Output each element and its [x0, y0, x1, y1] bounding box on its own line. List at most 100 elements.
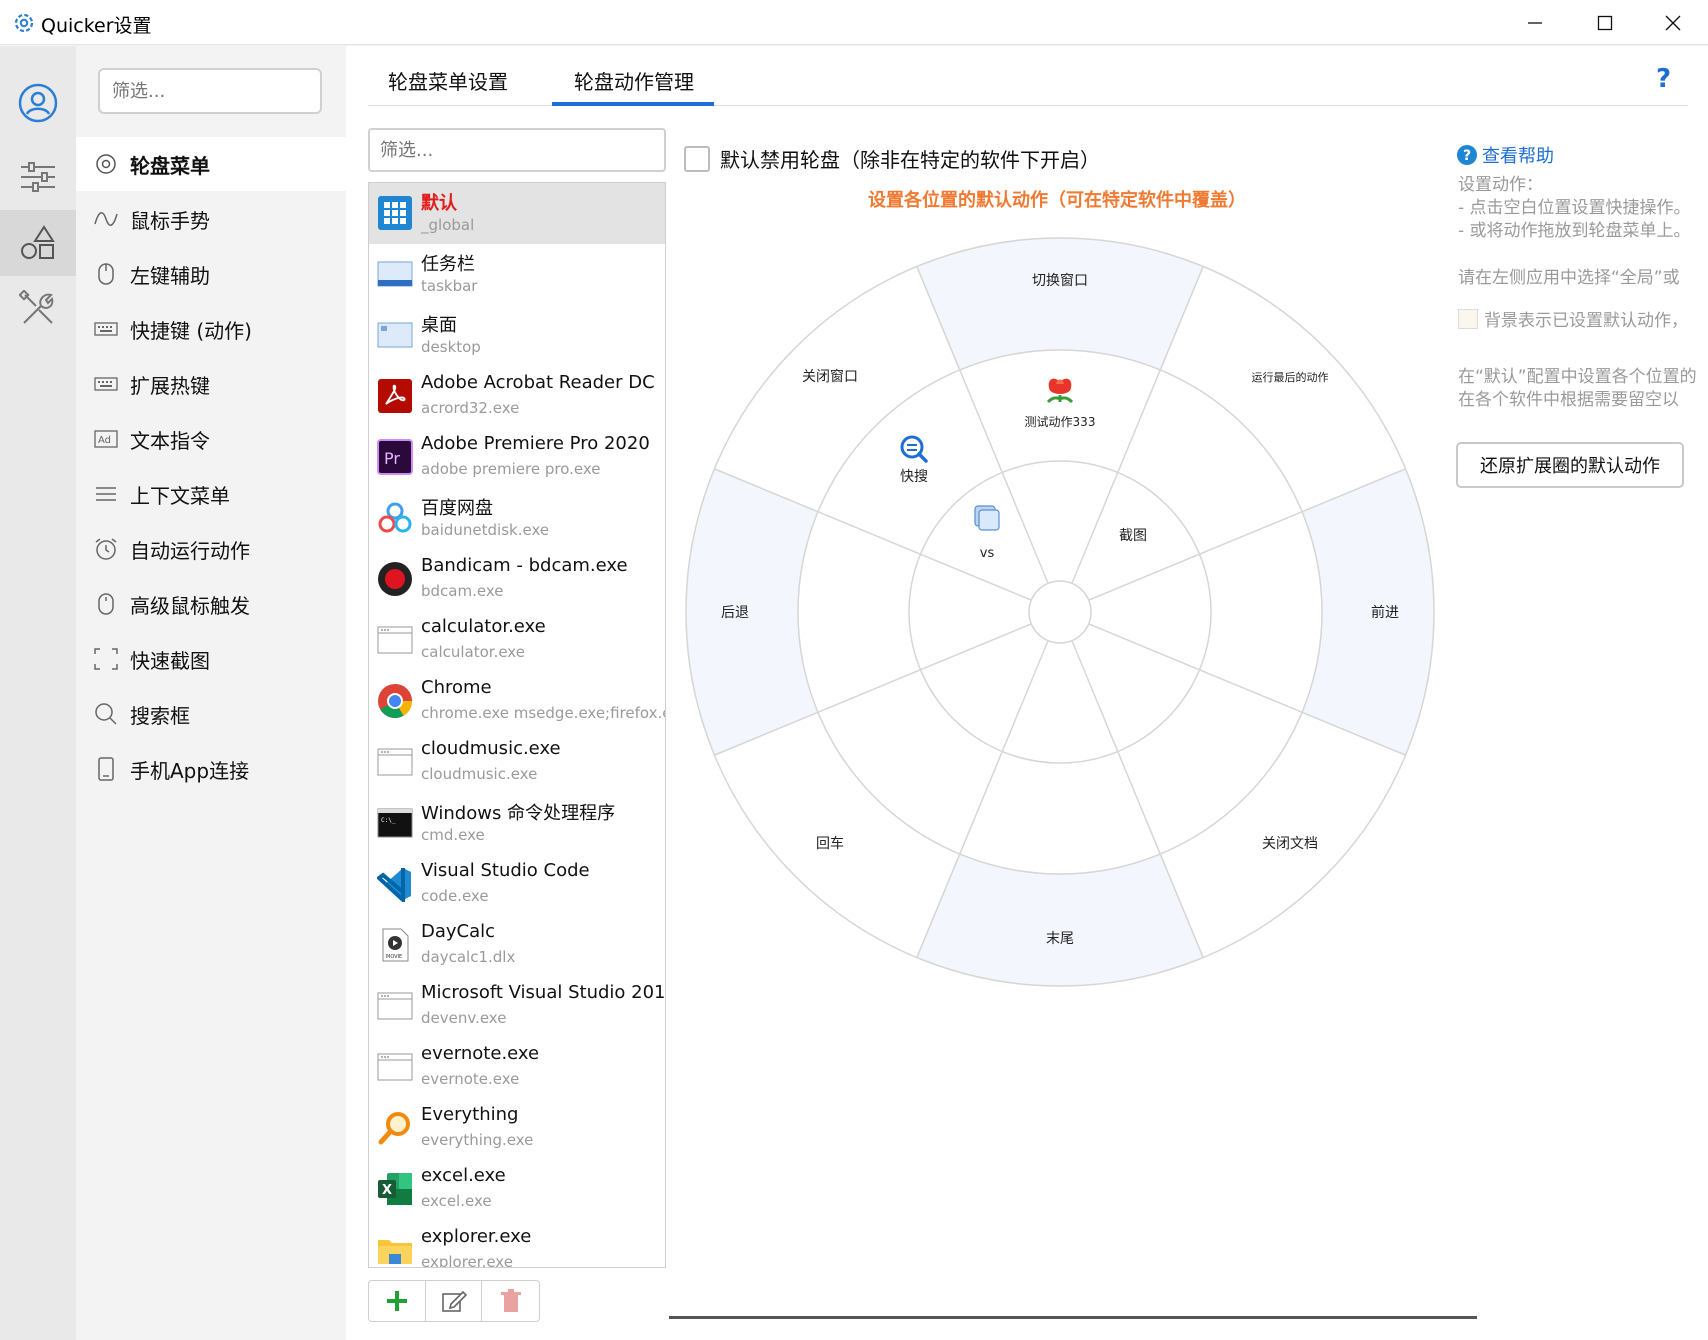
app-process: evernote.exe — [421, 1070, 520, 1088]
help-button[interactable]: ? — [1656, 64, 1671, 94]
search-icon — [94, 702, 118, 726]
scroll-indicator[interactable] — [669, 1316, 1477, 1319]
wheel-outer-label: 关闭文档 — [1262, 836, 1318, 852]
list-item[interactable]: Bandicam - bdcam.exe bdcam.exe — [369, 549, 665, 610]
window-icon — [377, 1053, 413, 1081]
app-process: cmd.exe — [421, 826, 485, 844]
close-button[interactable] — [1638, 0, 1708, 45]
inner-slot[interactable]: 截图 — [1119, 528, 1147, 544]
outer-slot[interactable]: 前进 — [1371, 604, 1399, 621]
outer-slot[interactable]: 切换窗口 — [1032, 272, 1088, 289]
restore-defaults-button[interactable]: 还原扩展圈的默认动作 — [1456, 442, 1684, 488]
list-item[interactable]: Chrome chrome.exe msedge.exe;firefox.e — [369, 671, 665, 732]
list-item[interactable]: explorer.exe explorer.exe — [369, 1220, 665, 1267]
ad-icon: Ad — [94, 427, 118, 451]
outer-slot[interactable]: 关闭文档 — [1262, 836, 1318, 852]
list-item[interactable]: evernote.exe evernote.exe — [369, 1037, 665, 1098]
edit-button[interactable] — [426, 1281, 483, 1321]
list-item[interactable]: 任务栏 taskbar — [369, 244, 665, 305]
nav-item-label: 自动运行动作 — [130, 538, 250, 563]
add-button[interactable] — [369, 1281, 426, 1321]
svg-text:C:\_: C:\_ — [381, 817, 396, 824]
app-name: calculator.exe — [421, 616, 546, 637]
app-filter-input[interactable] — [368, 128, 666, 172]
list-item[interactable]: 百度网盘 baidunetdisk.exe — [369, 488, 665, 549]
help-link[interactable]: ? 查看帮助 — [1456, 142, 1554, 168]
svg-text:Ad: Ad — [98, 435, 111, 446]
list-item[interactable]: X excel.exe excel.exe — [369, 1159, 665, 1220]
rail-settings-button[interactable] — [0, 144, 76, 210]
wheel-outer-label: 切换窗口 — [1032, 272, 1088, 289]
list-item[interactable]: Adobe Acrobat Reader DC acrord32.exe — [369, 366, 665, 427]
trash-icon — [500, 1289, 521, 1312]
rail-account-button[interactable] — [0, 70, 76, 136]
nav-item-context-menu[interactable]: 上下文菜单 — [76, 467, 346, 521]
list-item[interactable]: MOVIE DayCalc daycalc1.dlx — [369, 915, 665, 976]
list-item[interactable]: Everything everything.exe — [369, 1098, 665, 1159]
app-process: devenv.exe — [421, 1009, 507, 1027]
nav-item-hotkey-actions[interactable]: 快捷键 (动作) — [76, 302, 346, 356]
outer-slot[interactable]: 回车 — [816, 835, 844, 852]
list-item[interactable]: 默认 _global — [369, 183, 665, 244]
nav-item-text-commands[interactable]: Ad 文本指令 — [76, 412, 346, 466]
taskbar-icon — [377, 261, 413, 287]
svg-text:MOVIE: MOVIE — [386, 954, 402, 960]
active-tab-indicator — [552, 102, 714, 106]
disable-wheel-checkbox[interactable]: 默认禁用轮盘（除非在特定的软件下开启） — [684, 144, 1100, 173]
nav-item-label: 快捷键 (动作) — [130, 318, 252, 343]
vscode-icon — [377, 868, 411, 902]
wheel-diagram[interactable]: 切换窗口 运行最后的动作 前进 关闭文档 末尾 回车 后退 关闭窗口 测试动作3… — [684, 236, 1436, 988]
list-item[interactable]: Visual Studio Code code.exe — [369, 854, 665, 915]
nav-item-label: 上下文菜单 — [130, 483, 230, 508]
nav-item-left-click-assist[interactable]: 左键辅助 — [76, 247, 346, 301]
nav-item-search-box[interactable]: 搜索框 — [76, 687, 346, 741]
checkbox-box[interactable] — [684, 145, 710, 172]
rail-tools-button[interactable] — [0, 276, 76, 342]
wave-icon — [94, 207, 118, 231]
nav-item-phone-app[interactable]: 手机App连接 — [76, 742, 346, 796]
list-item[interactable]: 桌面 desktop — [369, 305, 665, 366]
list-item[interactable]: Pr Adobe Premiere Pro 2020 adobe premier… — [369, 427, 665, 488]
outer-slot[interactable]: 末尾 — [1046, 931, 1074, 947]
minimize-button[interactable] — [1500, 0, 1570, 45]
plus-icon — [386, 1291, 407, 1311]
app-list[interactable]: 默认 _global 任务栏 taskbar 桌面 desktop Adobe … — [368, 182, 666, 1268]
list-item[interactable]: calculator.exe calculator.exe — [369, 610, 665, 671]
list-item[interactable]: Microsoft Visual Studio 201 devenv.exe — [369, 976, 665, 1037]
alarm-icon — [94, 537, 118, 561]
keyboard-icon — [94, 317, 118, 341]
outer-slot[interactable]: 后退 — [721, 605, 749, 621]
nav-filter-input[interactable] — [98, 68, 322, 114]
list-item[interactable]: cloudmusic.exe cloudmusic.exe — [369, 732, 665, 793]
tab-bar: 轮盘菜单设置 轮盘动作管理 — [368, 46, 1688, 106]
outer-slot[interactable]: 运行最后的动作 — [1252, 370, 1329, 384]
maximize-button[interactable] — [1570, 0, 1640, 45]
nav-item-mouse-gesture[interactable]: 鼠标手势 — [76, 192, 346, 246]
tab-wheel-actions[interactable]: 轮盘动作管理 — [574, 66, 694, 95]
tab-wheel-settings[interactable]: 轮盘菜单设置 — [388, 66, 508, 95]
delete-button[interactable] — [482, 1281, 539, 1321]
app-name: 百度网盘 — [421, 498, 493, 519]
app-name: DayCalc — [421, 921, 496, 942]
app-name: evernote.exe — [421, 1043, 540, 1064]
nav-item-extended-hotkeys[interactable]: 扩展热键 — [76, 357, 346, 411]
app-name: Windows 命令处理程序 — [421, 803, 616, 824]
wheel-innermost-label: vs — [980, 546, 995, 561]
outer-slot[interactable]: 关闭窗口 — [802, 368, 858, 385]
nav-item-quick-screenshot[interactable]: 快速截图 — [76, 632, 346, 686]
rail-shapes-button[interactable] — [0, 210, 76, 276]
app-process: desktop — [421, 338, 481, 356]
baidu-netdisk-icon — [378, 502, 412, 533]
cmd-icon: C:\_ — [377, 808, 413, 838]
disable-wheel-label: 默认禁用轮盘（除非在特定的软件下开启） — [720, 148, 1100, 172]
nav-item-wheel-menu[interactable]: 轮盘菜单 — [76, 137, 346, 191]
app-process: baidunetdisk.exe — [421, 521, 550, 539]
nav-item-auto-run[interactable]: 自动运行动作 — [76, 522, 346, 576]
app-process: bdcam.exe — [421, 582, 504, 600]
nav-item-advanced-mouse[interactable]: 高级鼠标触发 — [76, 577, 346, 631]
app-process: calculator.exe — [421, 643, 525, 661]
app-process: taskbar — [421, 277, 478, 295]
window-icon — [377, 748, 413, 776]
list-item[interactable]: C:\_ Windows 命令处理程序 cmd.exe — [369, 793, 665, 854]
shapes-icon — [21, 225, 55, 259]
